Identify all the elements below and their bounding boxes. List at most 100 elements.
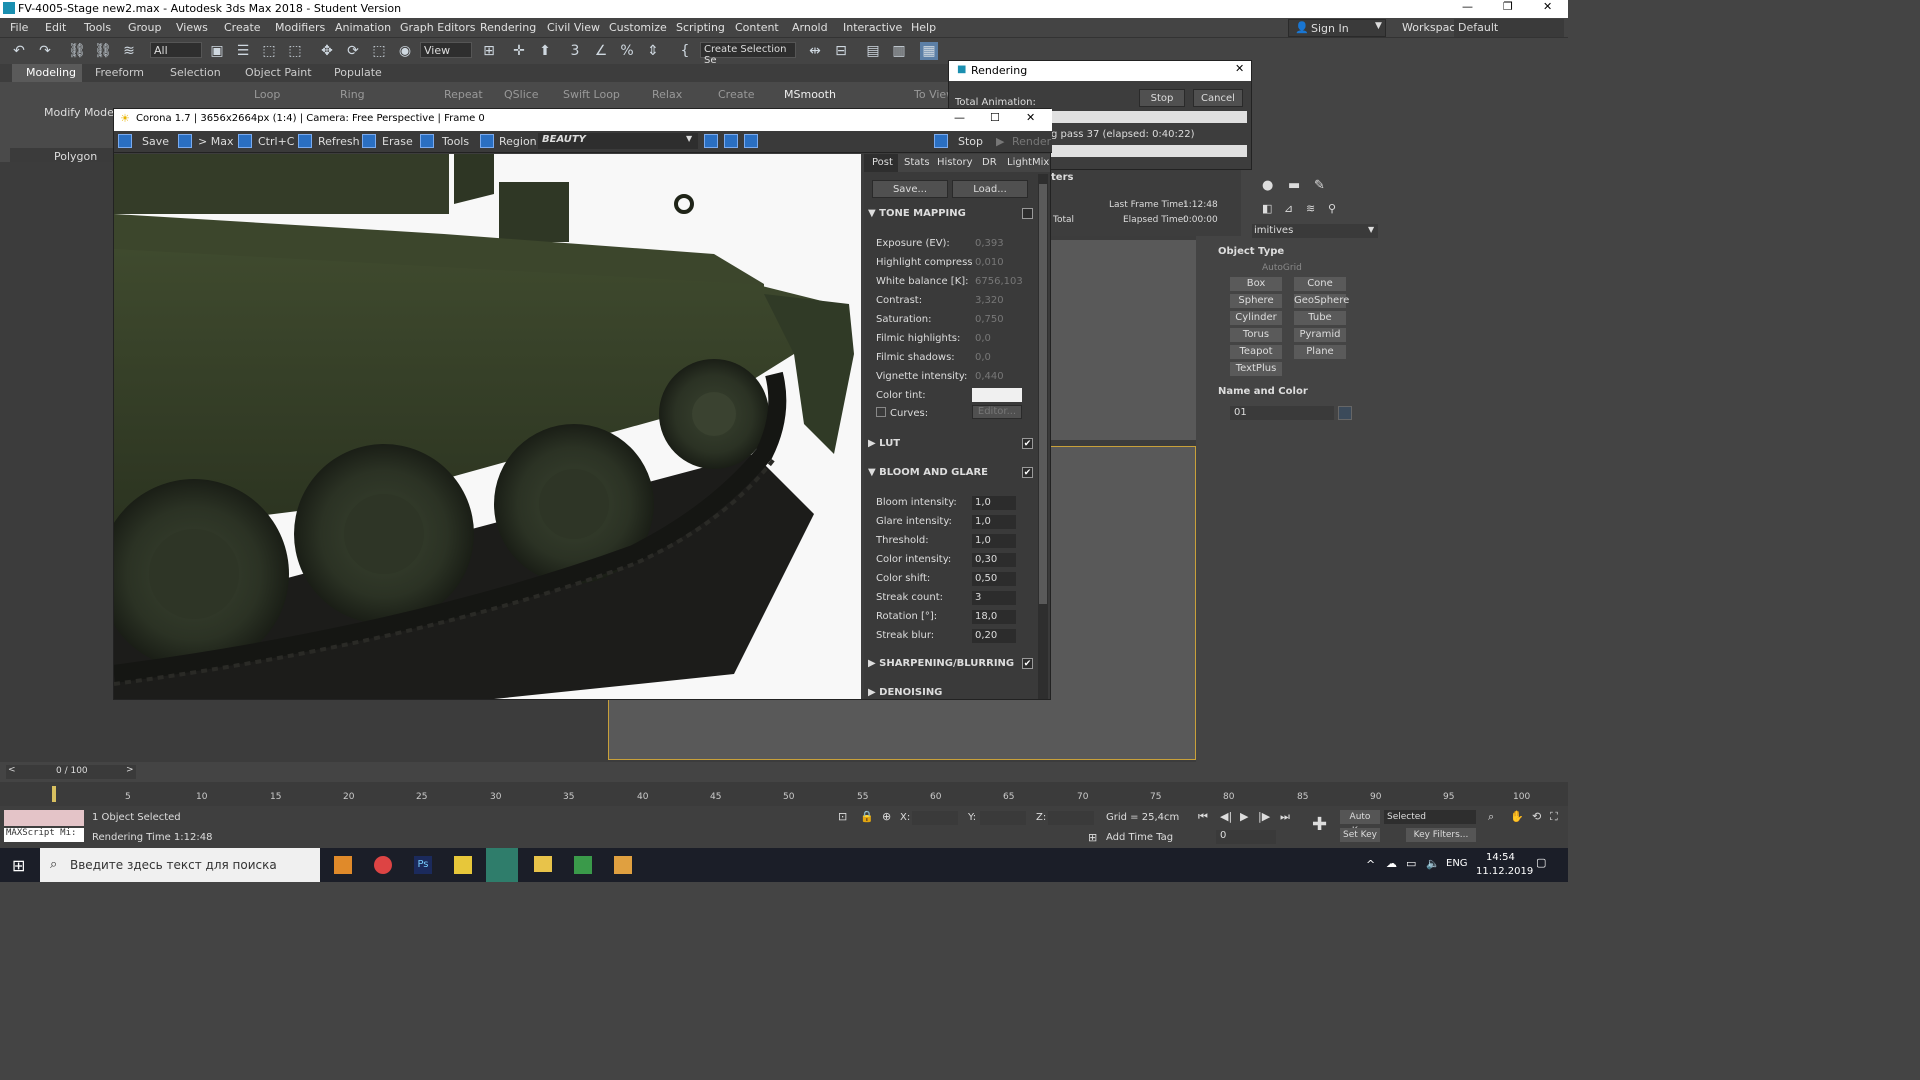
tab-lightmix[interactable]: LightMix bbox=[1007, 157, 1049, 168]
menu-tools[interactable]: Tools bbox=[84, 21, 111, 34]
sphere-button[interactable]: Sphere bbox=[1230, 294, 1282, 308]
create-geometry-icon[interactable]: ● bbox=[1262, 178, 1273, 193]
bloom-glare-header[interactable]: ▼ BLOOM AND GLARE bbox=[868, 467, 1034, 478]
menu-file[interactable]: File bbox=[10, 21, 28, 34]
white-balance-input[interactable]: 6756,103 bbox=[972, 275, 1023, 289]
mirror-icon[interactable]: ⇹ bbox=[806, 42, 824, 60]
time-slider[interactable]: < 0 / 100 > bbox=[6, 765, 136, 779]
scene-explorer-icon[interactable]: ▤ bbox=[864, 42, 882, 60]
angle-snap-icon[interactable]: ∠ bbox=[592, 42, 610, 60]
tools-icon[interactable] bbox=[420, 134, 434, 148]
send-to-max-icon[interactable] bbox=[178, 134, 192, 148]
copy-button[interactable]: Ctrl+C bbox=[258, 135, 294, 148]
stop-icon[interactable] bbox=[934, 134, 948, 148]
object-name-input[interactable]: 01 bbox=[1230, 406, 1334, 420]
play-icon[interactable]: ▶ bbox=[1240, 810, 1248, 823]
menu-content[interactable]: Content bbox=[735, 21, 779, 34]
scrollbar-thumb[interactable] bbox=[1039, 184, 1047, 604]
lut-header[interactable]: ▶ LUT bbox=[868, 438, 1034, 449]
lights-icon[interactable]: ◧ bbox=[1262, 202, 1272, 215]
torus-button[interactable]: Torus bbox=[1230, 328, 1282, 342]
network-icon[interactable]: ▭ bbox=[1406, 857, 1416, 870]
app-taskbar-icon[interactable] bbox=[574, 856, 592, 874]
name-and-color-header[interactable]: Name and Color bbox=[1218, 386, 1308, 397]
box-button[interactable]: Box bbox=[1230, 277, 1282, 291]
zoom-in-icon[interactable] bbox=[704, 134, 718, 148]
clock-time[interactable]: 14:54 bbox=[1486, 852, 1515, 863]
time-tag-icon[interactable]: ⊞ bbox=[1088, 831, 1097, 844]
keyboard-shortcut-icon[interactable]: ⬆ bbox=[536, 42, 554, 60]
current-frame-input[interactable]: 0 bbox=[1216, 830, 1276, 844]
go-to-start-icon[interactable]: ⏮ bbox=[1198, 810, 1208, 824]
save-button[interactable]: Save bbox=[142, 135, 169, 148]
tab-modeling[interactable]: Modeling bbox=[12, 64, 82, 82]
auto-key-button[interactable]: Auto Key bbox=[1340, 810, 1380, 836]
copy-icon[interactable] bbox=[238, 134, 252, 148]
menu-scripting[interactable]: Scripting bbox=[676, 21, 725, 34]
menu-rendering[interactable]: Rendering bbox=[480, 21, 536, 34]
x-coord-input[interactable] bbox=[912, 811, 958, 825]
tab-post[interactable]: Post bbox=[864, 154, 898, 172]
file-explorer-icon[interactable] bbox=[534, 856, 552, 872]
menu-modifiers[interactable]: Modifiers bbox=[275, 21, 325, 34]
menu-graph-editors[interactable]: Graph Editors bbox=[400, 21, 476, 34]
tab-object-paint[interactable]: Object Paint bbox=[245, 66, 312, 79]
render-button[interactable]: Render bbox=[1012, 135, 1051, 148]
refresh-icon[interactable] bbox=[298, 134, 312, 148]
chevron-right-icon[interactable]: > bbox=[126, 765, 134, 775]
menu-customize[interactable]: Customize bbox=[609, 21, 667, 34]
geosphere-button[interactable]: GeoSphere bbox=[1294, 294, 1349, 308]
absolute-mode-icon[interactable]: ⊕ bbox=[882, 810, 891, 823]
windows-start-icon[interactable]: ⊞ bbox=[12, 856, 25, 875]
ring-button[interactable]: Ring bbox=[340, 88, 365, 101]
plane-button[interactable]: Plane bbox=[1294, 345, 1346, 359]
key-mode-select[interactable]: Selected bbox=[1384, 810, 1476, 824]
edit-named-sets-icon[interactable]: { bbox=[676, 42, 694, 60]
selection-filter-select[interactable]: All bbox=[150, 42, 202, 58]
scale-icon[interactable]: ⬚ bbox=[370, 42, 388, 60]
tab-stats[interactable]: Stats bbox=[904, 157, 930, 168]
color-intensity-input[interactable]: 0,30 bbox=[972, 553, 1016, 567]
set-key-button[interactable]: Set Key bbox=[1340, 828, 1380, 842]
key-filters-button[interactable]: Key Filters... bbox=[1406, 828, 1476, 842]
placement-icon[interactable]: ◉ bbox=[396, 42, 414, 60]
qslice-button[interactable]: QSlice bbox=[504, 88, 539, 101]
modify-mode-label[interactable]: Modify Mode bbox=[44, 106, 114, 119]
menu-edit[interactable]: Edit bbox=[45, 21, 66, 34]
window-crossing-icon[interactable]: ⬚ bbox=[286, 42, 304, 60]
set-key-icon[interactable]: ✚ bbox=[1312, 814, 1327, 835]
helpers-icon[interactable]: ≋ bbox=[1306, 202, 1315, 215]
redo-icon[interactable]: ↷ bbox=[36, 42, 54, 60]
swift-loop-button[interactable]: Swift Loop bbox=[563, 88, 620, 101]
streak-count-input[interactable]: 3 bbox=[972, 591, 1016, 605]
reference-coord-select[interactable]: View bbox=[420, 42, 472, 58]
maxscript-listener[interactable] bbox=[4, 810, 84, 826]
tab-history[interactable]: History bbox=[937, 157, 973, 168]
clock-date[interactable]: 11.12.2019 bbox=[1476, 866, 1533, 877]
render-preview-image[interactable] bbox=[114, 154, 861, 699]
relax-button[interactable]: Relax bbox=[652, 88, 682, 101]
threshold-input[interactable]: 1,0 bbox=[972, 534, 1016, 548]
vignette-input[interactable]: 0,440 bbox=[972, 370, 1016, 384]
align-icon[interactable]: ⊟ bbox=[832, 42, 850, 60]
tone-mapping-header[interactable]: ▼ TONE MAPPING bbox=[868, 208, 1034, 219]
time-marker[interactable] bbox=[52, 786, 56, 802]
link-icon[interactable]: ⛓ bbox=[68, 42, 86, 60]
unlink-icon[interactable]: ⛓ bbox=[94, 42, 112, 60]
to-max-button[interactable]: > Max bbox=[198, 135, 233, 148]
sharpening-checkbox[interactable]: ✔ bbox=[1022, 658, 1033, 669]
app-taskbar-icon[interactable] bbox=[334, 856, 352, 874]
select-manipulate-icon[interactable]: ✛ bbox=[510, 42, 528, 60]
autogrid-checkbox[interactable]: AutoGrid bbox=[1262, 263, 1302, 273]
region-icon[interactable] bbox=[480, 134, 494, 148]
filmic-shadows-input[interactable]: 0,0 bbox=[972, 351, 1016, 365]
cone-button[interactable]: Cone bbox=[1294, 277, 1346, 291]
photoshop-icon[interactable]: Ps bbox=[414, 856, 432, 874]
menu-views[interactable]: Views bbox=[176, 21, 208, 34]
object-type-header[interactable]: Object Type bbox=[1218, 246, 1284, 257]
post-panel-scrollbar[interactable] bbox=[1038, 174, 1048, 699]
pan-icon[interactable]: ✋ bbox=[1510, 810, 1524, 823]
selection-set-select[interactable]: Create Selection Se bbox=[700, 42, 796, 66]
maxscript-input[interactable]: MAXScript Mi: bbox=[4, 828, 84, 842]
orbit-icon[interactable]: ⟲ bbox=[1532, 810, 1541, 823]
